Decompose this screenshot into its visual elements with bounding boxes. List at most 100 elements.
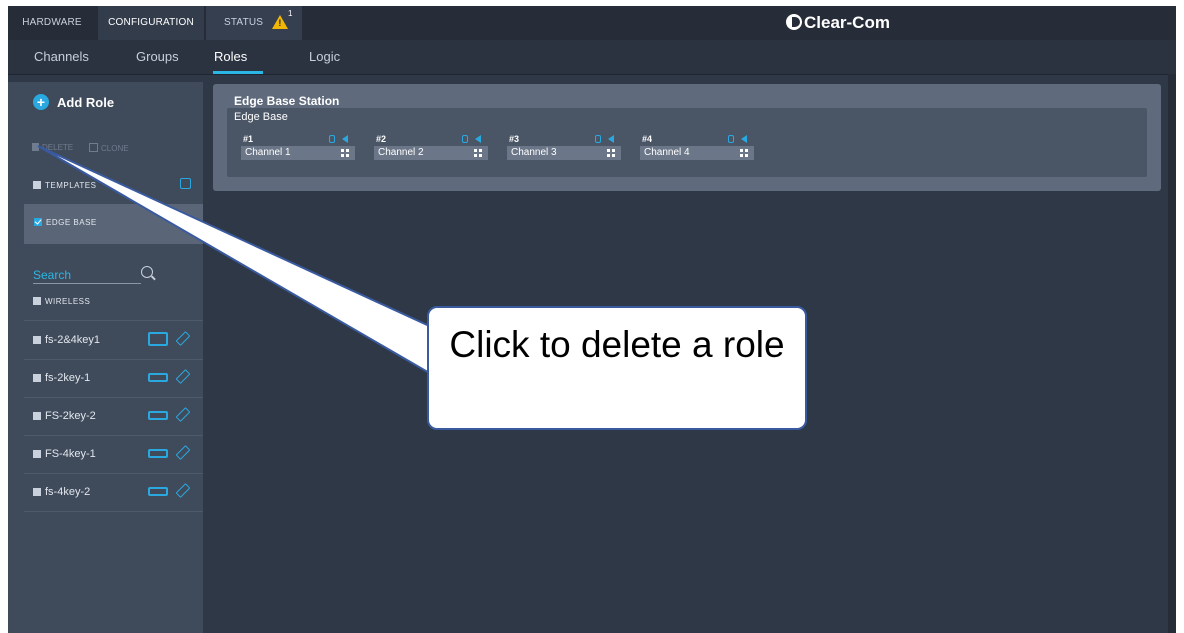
tab-status[interactable]: STATUS ! 1 [206,6,302,40]
microphone-icon[interactable] [595,135,601,143]
grid-icon[interactable] [740,149,748,157]
tab-groups[interactable]: Groups [136,49,179,64]
search-underline [33,283,141,284]
active-tab-indicator [213,71,263,74]
edit-pencil-icon[interactable] [175,445,191,460]
role-label: fs-2key-1 [45,372,91,384]
keyset-slot: #3 Channel 3 [507,134,623,164]
role-item-edge-base[interactable]: EDGE BASE [24,204,203,244]
role-item[interactable]: fs-2&4key1 [24,322,203,360]
search-input[interactable]: Search [33,268,71,282]
status-label: STATUS [224,17,264,28]
checkbox-icon [33,488,41,496]
microphone-icon[interactable] [728,135,734,143]
keyset-slot: #1 Channel 1 [241,134,357,164]
channel-label: Channel 3 [511,147,557,158]
channel-assignment[interactable]: Channel 3 [507,146,621,160]
divider [24,320,203,321]
keyset-panel: Edge Base #1 Channel 1 #2 Channel 2 #3 C… [227,108,1147,177]
role-detail-card: Edge Base Station Edge Base #1 Channel 1… [213,84,1161,191]
beltpack-device-icon [148,373,168,382]
role-checkbox[interactable]: fs-2key-1 [33,372,90,384]
edit-pencil-icon[interactable] [175,331,191,346]
delete-button[interactable]: DELETE [32,143,73,152]
role-item[interactable]: FS-2key-2 [24,398,203,436]
callout-box: Click to delete a role [427,306,807,430]
tab-roles[interactable]: Roles [214,49,247,64]
checkbox-icon [33,181,41,189]
role-item[interactable]: fs-4key-2 [24,474,203,512]
templates-checkbox[interactable]: TEMPLATES [33,181,96,190]
speaker-icon[interactable] [475,135,481,143]
edge-base-checkbox[interactable]: EDGE BASE [34,218,97,227]
beltpack-device-icon [148,332,168,346]
checkbox-icon [33,412,41,420]
search-icon[interactable] [141,266,153,278]
role-label: FS-4key-1 [45,448,96,460]
speaker-icon[interactable] [741,135,747,143]
checkbox-icon [33,297,41,305]
channel-label: Channel 1 [245,147,291,158]
role-item[interactable]: FS-4key-1 [24,436,203,474]
grid-icon[interactable] [607,149,615,157]
card-subtitle: Edge Base [234,111,288,123]
speaker-icon[interactable] [342,135,348,143]
slot-number: #4 [642,134,653,144]
clone-icon [89,143,98,152]
checkbox-icon [33,374,41,382]
tab-configuration[interactable]: CONFIGURATION [98,6,204,40]
tab-logic[interactable]: Logic [309,49,340,64]
grid-icon[interactable] [341,149,349,157]
channel-label: Channel 2 [378,147,424,158]
checked-checkbox-icon [34,218,42,226]
edit-pencil-icon[interactable] [175,407,191,422]
role-checkbox[interactable]: fs-2&4key1 [33,334,100,346]
role-checkbox[interactable]: FS-4key-1 [33,448,96,460]
wireless-label: WIRELESS [45,297,91,306]
roles-sidebar: + Add Role DELETE CLONE TEMPLATES EDGE B… [8,82,203,633]
grid-icon[interactable] [474,149,482,157]
microphone-icon[interactable] [329,135,335,143]
sub-navigation: Channels Groups Roles Logic [8,40,1176,75]
plus-circle-icon: + [33,94,49,110]
speaker-icon[interactable] [608,135,614,143]
logo-icon [786,14,802,30]
callout-text: Click to delete a role [449,324,785,365]
edit-pencil-icon[interactable] [175,483,191,498]
templates-label: TEMPLATES [45,181,97,190]
beltpack-device-icon [148,411,168,420]
tab-channels[interactable]: Channels [34,49,89,64]
role-item[interactable]: fs-2key-1 [24,360,203,398]
clear-com-logo: Clear-Com [786,11,890,35]
tab-hardware[interactable]: HARDWARE [8,6,96,40]
slot-number: #2 [376,134,387,144]
slot-number: #1 [243,134,254,144]
edit-pencil-icon[interactable] [173,212,189,227]
logo-text: Clear-Com [804,13,890,32]
role-label: fs-4key-2 [45,486,91,498]
copy-icon[interactable] [180,178,191,189]
clone-label: CLONE [101,144,129,153]
trash-icon [32,143,39,151]
status-count: 1 [288,9,293,18]
slot-number: #3 [509,134,520,144]
beltpack-device-icon [148,449,168,458]
warning-exclamation: ! [278,18,282,28]
checkbox-icon [33,336,41,344]
top-bar: HARDWARE CONFIGURATION STATUS ! 1 Clear-… [8,6,1176,40]
role-checkbox[interactable]: FS-2key-2 [33,410,96,422]
role-checkbox[interactable]: fs-4key-2 [33,486,90,498]
role-label: fs-2&4key1 [45,334,101,346]
clone-button[interactable]: CLONE [89,143,129,153]
edit-pencil-icon[interactable] [175,369,191,384]
keyset-slot: #4 Channel 4 [640,134,756,164]
wireless-checkbox[interactable]: WIRELESS [33,297,90,306]
card-title: Edge Base Station [234,94,340,108]
scrollbar-track[interactable] [1168,74,1176,633]
channel-assignment[interactable]: Channel 2 [374,146,488,160]
microphone-icon[interactable] [462,135,468,143]
channel-assignment[interactable]: Channel 4 [640,146,754,160]
delete-label: DELETE [42,143,74,152]
channel-assignment[interactable]: Channel 1 [241,146,355,160]
beltpack-device-icon [148,487,168,496]
